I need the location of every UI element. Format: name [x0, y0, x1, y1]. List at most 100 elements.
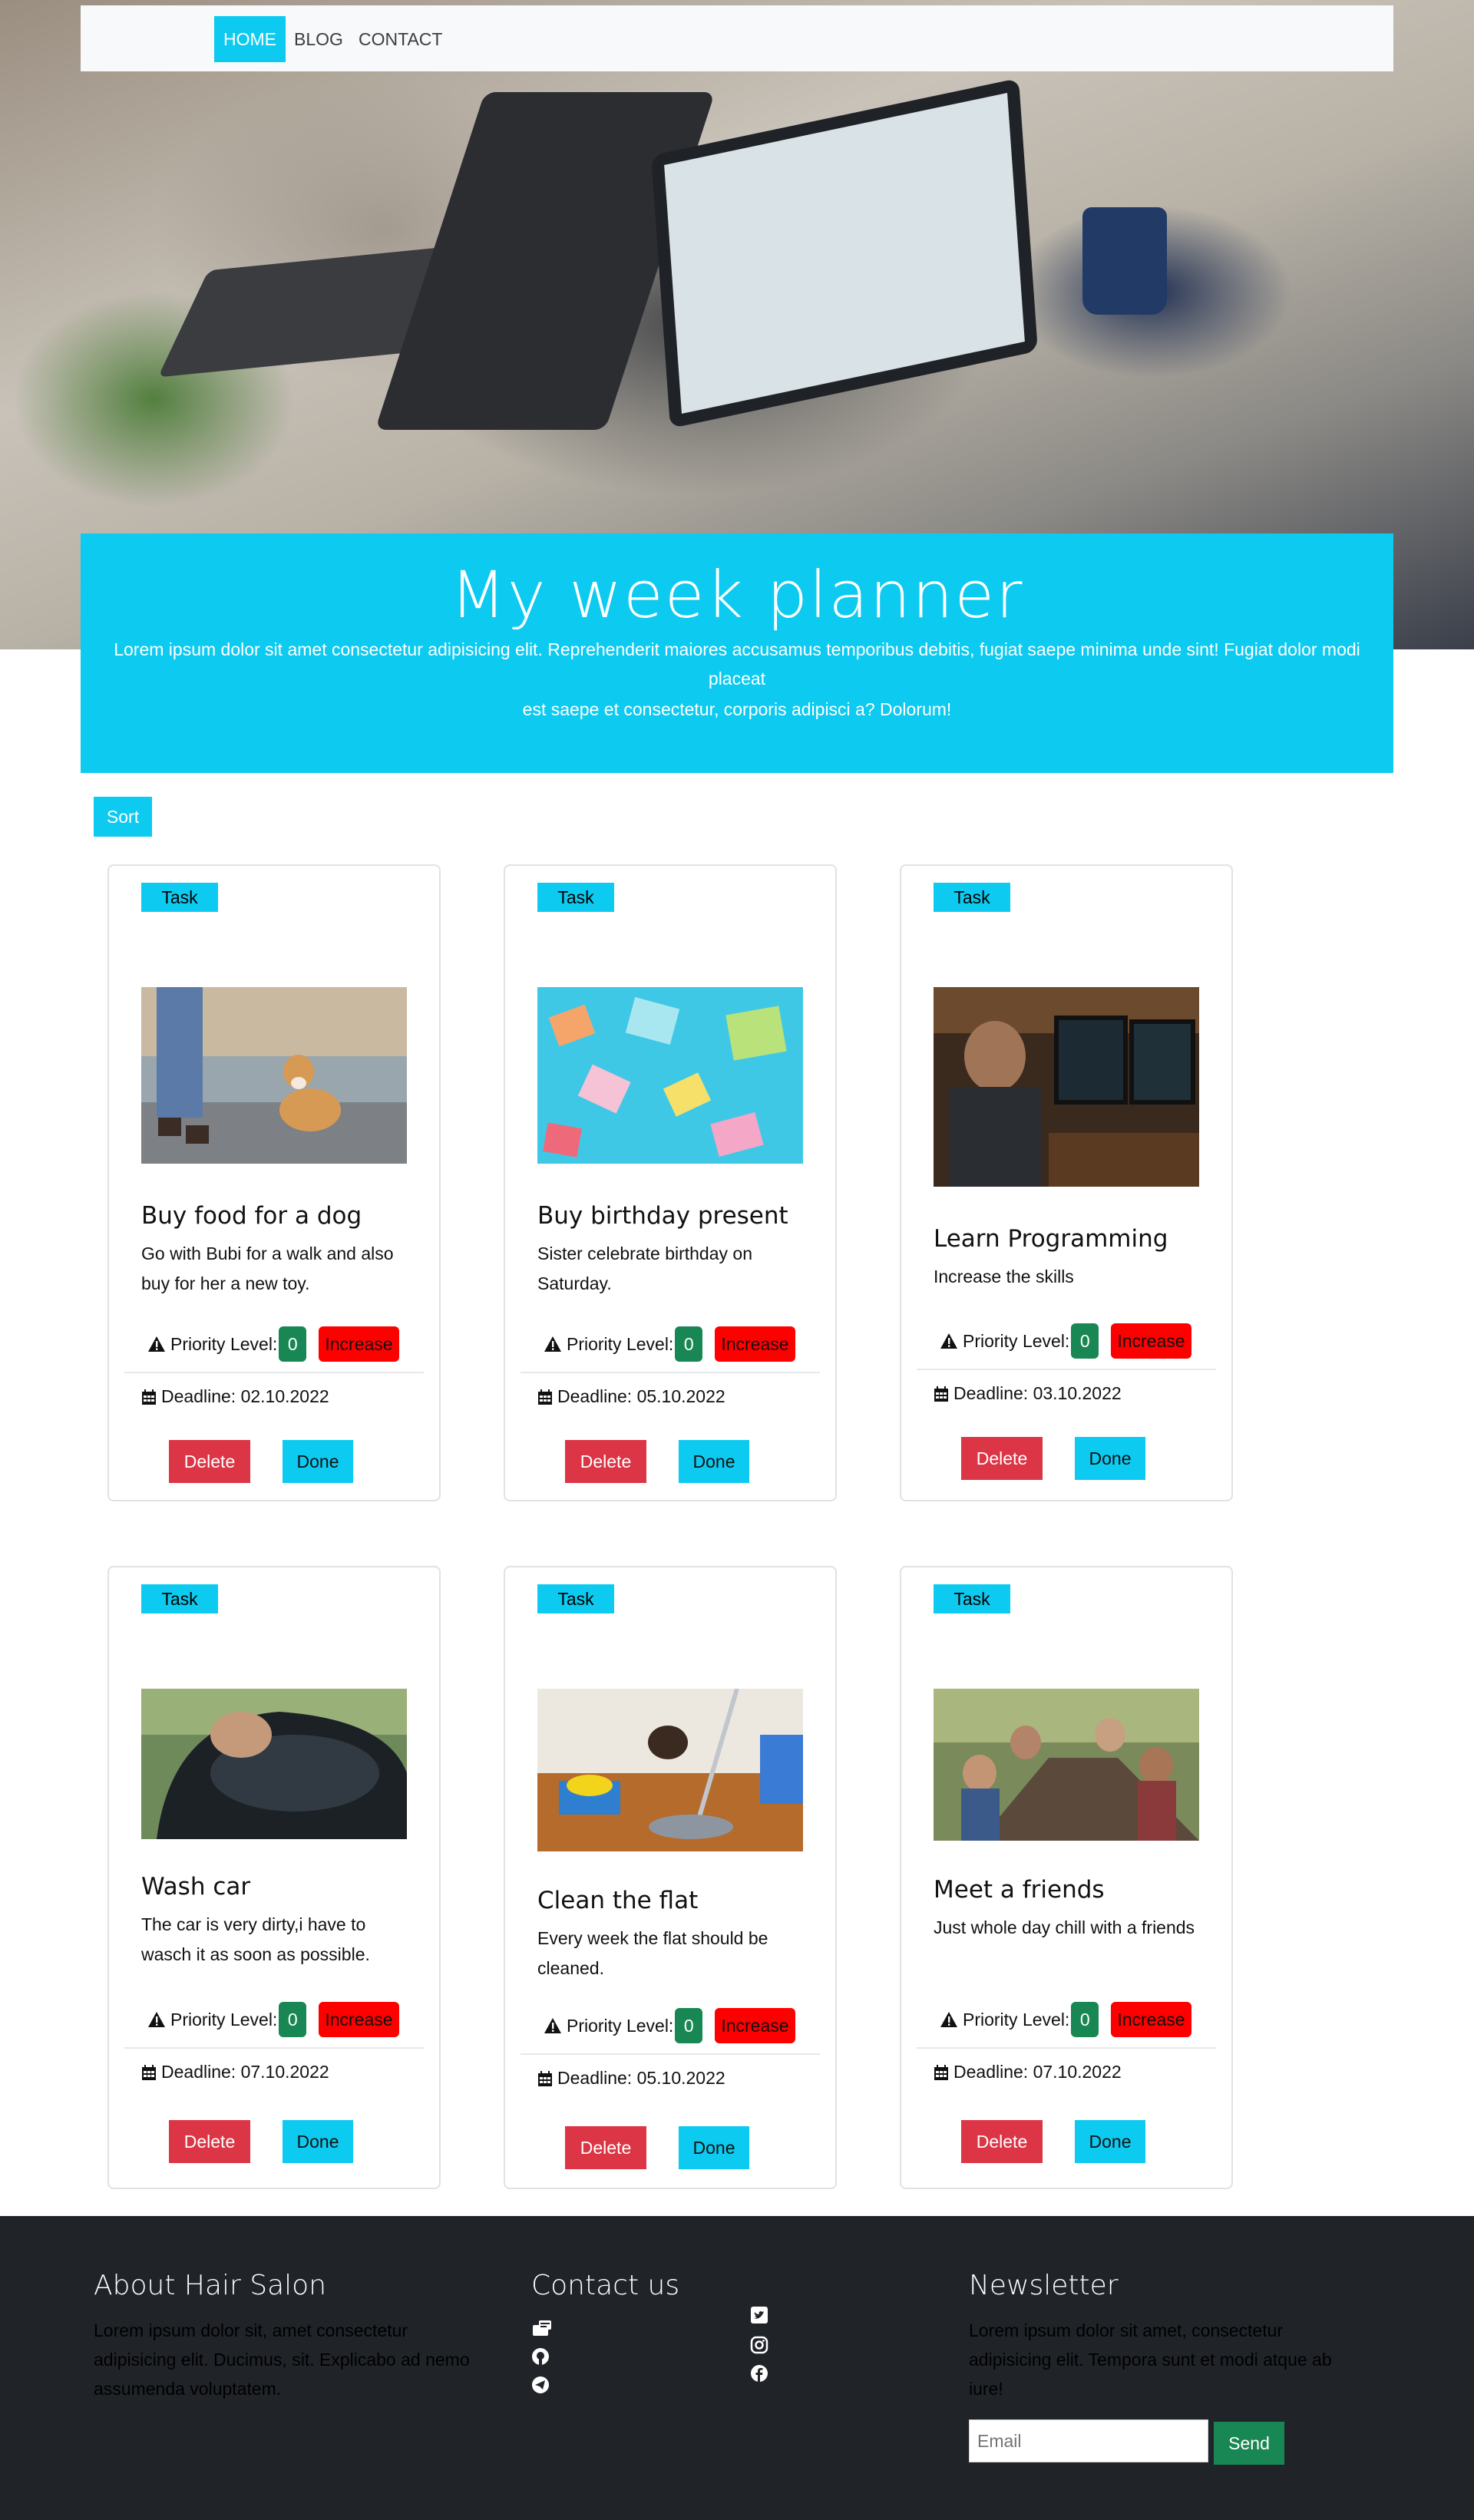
car-wash-photo	[141, 1689, 407, 1839]
footer: About Hair Salon Lorem ipsum dolor sit, …	[0, 2216, 1474, 2520]
task-description: Sister celebrate birthday on Saturday.	[537, 1243, 752, 1293]
warning-icon	[544, 1336, 561, 1352]
priority-row: Priority Level: 0 Increase	[544, 1326, 795, 1362]
planner-banner: My week planner Lorem ipsum dolor sit am…	[81, 533, 1393, 773]
nav-blog[interactable]: BLOG	[285, 16, 352, 62]
task-card: Task Learn Programming Increase the skil…	[900, 864, 1233, 1501]
done-button[interactable]: Done	[679, 1440, 749, 1483]
priority-label: Priority Level:	[963, 1330, 1070, 1351]
increase-button[interactable]: Increase	[319, 1326, 399, 1362]
telegram-icon[interactable]	[531, 2376, 550, 2394]
github-icon[interactable]	[531, 2347, 550, 2366]
sort-button[interactable]: Sort	[94, 797, 152, 837]
newsletter-title: Newsletter	[969, 2270, 1119, 2301]
nav-contact[interactable]: CONTACT	[349, 16, 451, 62]
facebook-icon[interactable]	[750, 2364, 768, 2383]
programmer-photo	[934, 987, 1199, 1187]
delete-button[interactable]: Delete	[565, 1440, 646, 1483]
deadline-row: Deadline: 03.10.2022	[934, 1383, 1122, 1404]
banner-text-line1: Lorem ipsum dolor sit amet consectetur a…	[114, 639, 1360, 689]
delete-button[interactable]: Delete	[169, 2120, 250, 2163]
deadline-text: Deadline: 07.10.2022	[953, 2062, 1122, 2082]
nav-home[interactable]: HOME	[214, 16, 286, 62]
card-divider	[521, 2053, 820, 2055]
warning-icon	[148, 2012, 165, 2027]
priority-value: 0	[675, 1326, 703, 1362]
increase-button[interactable]: Increase	[1111, 2002, 1191, 2037]
task-badge: Task	[934, 1584, 1010, 1613]
task-badge: Task	[537, 883, 614, 912]
email-input[interactable]	[969, 2419, 1208, 2462]
card-divider	[917, 2047, 1216, 2049]
contact-card-icon[interactable]	[531, 2319, 553, 2337]
done-button[interactable]: Done	[679, 2126, 749, 2169]
delete-button[interactable]: Delete	[961, 1437, 1043, 1480]
task-title: Buy birthday present	[537, 1202, 788, 1230]
priority-label: Priority Level:	[170, 1333, 278, 1354]
task-card: Task Buy birthday present Sister celebra…	[504, 864, 837, 1501]
increase-button[interactable]: Increase	[1111, 1323, 1191, 1359]
twitter-icon[interactable]	[750, 2306, 768, 2324]
priority-value: 0	[675, 2008, 703, 2043]
task-title: Wash car	[141, 1873, 251, 1901]
card-divider	[521, 1372, 820, 1373]
task-badge: Task	[141, 883, 218, 912]
instagram-icon[interactable]	[750, 2336, 768, 2354]
deadline-row: Deadline: 05.10.2022	[537, 2068, 725, 2089]
priority-row: Priority Level: 0 Increase	[544, 2008, 795, 2043]
task-title: Clean the flat	[537, 1887, 699, 1914]
task-description: Increase the skills	[934, 1267, 1074, 1286]
priority-row: Priority Level: 0 Increase	[940, 2002, 1191, 2037]
increase-button[interactable]: Increase	[715, 1326, 795, 1362]
calendar-icon	[538, 1389, 552, 1405]
card-divider	[124, 1372, 424, 1373]
cleaning-photo	[537, 1689, 803, 1851]
task-badge: Task	[537, 1584, 614, 1613]
deadline-row: Deadline: 07.10.2022	[934, 2062, 1122, 2082]
done-button[interactable]: Done	[1075, 2120, 1145, 2163]
deadline-text: Deadline: 07.10.2022	[161, 2062, 329, 2082]
done-button[interactable]: Done	[283, 2120, 353, 2163]
card-divider	[124, 2047, 424, 2049]
calendar-icon	[934, 1386, 948, 1402]
task-card: Task Buy food for a dog Go with Bubi for…	[107, 864, 441, 1501]
about-title: About Hair Salon	[94, 2270, 327, 2301]
priority-value: 0	[279, 1326, 307, 1362]
delete-button[interactable]: Delete	[169, 1440, 250, 1483]
done-button[interactable]: Done	[1075, 1437, 1145, 1480]
warning-icon	[940, 2012, 957, 2027]
deadline-text: Deadline: 05.10.2022	[557, 2068, 725, 2088]
task-description: Just whole day chill with a friends	[934, 1917, 1195, 1937]
task-card: Task Wash car The car is very dirty,i ha…	[107, 1566, 441, 2189]
priority-value: 0	[279, 2002, 307, 2037]
task-description: Go with Bubi for a walk and also buy for…	[141, 1243, 394, 1293]
banner-text-line2: est saepe et consectetur, corporis adipi…	[522, 699, 952, 719]
increase-button[interactable]: Increase	[319, 2002, 399, 2037]
send-button[interactable]: Send	[1214, 2422, 1284, 2465]
deadline-row: Deadline: 05.10.2022	[537, 1386, 725, 1407]
priority-label: Priority Level:	[170, 2009, 278, 2030]
friends-dinner-photo	[934, 1689, 1199, 1841]
priority-label: Priority Level:	[567, 2015, 674, 2036]
warning-icon	[148, 1336, 165, 1352]
deadline-row: Deadline: 07.10.2022	[141, 2062, 329, 2082]
calendar-icon	[142, 1389, 156, 1405]
priority-row: Priority Level: 0 Increase	[147, 2002, 399, 2037]
deadline-row: Deadline: 02.10.2022	[141, 1386, 329, 1407]
priority-row: Priority Level: 0 Increase	[147, 1326, 399, 1362]
delete-button[interactable]: Delete	[961, 2120, 1043, 2163]
delete-button[interactable]: Delete	[565, 2126, 646, 2169]
deadline-text: Deadline: 02.10.2022	[161, 1386, 329, 1406]
task-badge: Task	[934, 883, 1010, 912]
increase-button[interactable]: Increase	[715, 2008, 795, 2043]
task-title: Meet a friends	[934, 1876, 1105, 1904]
about-text: Lorem ipsum dolor sit, amet consectetur …	[94, 2320, 470, 2399]
task-card: Task Meet a friends Just whole day chill…	[900, 1566, 1233, 2189]
calendar-icon	[142, 2064, 156, 2080]
task-badge: Task	[141, 1584, 218, 1613]
warning-icon	[544, 2018, 561, 2033]
newsletter-text: Lorem ipsum dolor sit amet, consectetur …	[969, 2320, 1332, 2399]
task-description: The car is very dirty,i have to wasch it…	[141, 1914, 370, 1964]
gift-boxes-photo	[537, 987, 803, 1164]
done-button[interactable]: Done	[283, 1440, 353, 1483]
